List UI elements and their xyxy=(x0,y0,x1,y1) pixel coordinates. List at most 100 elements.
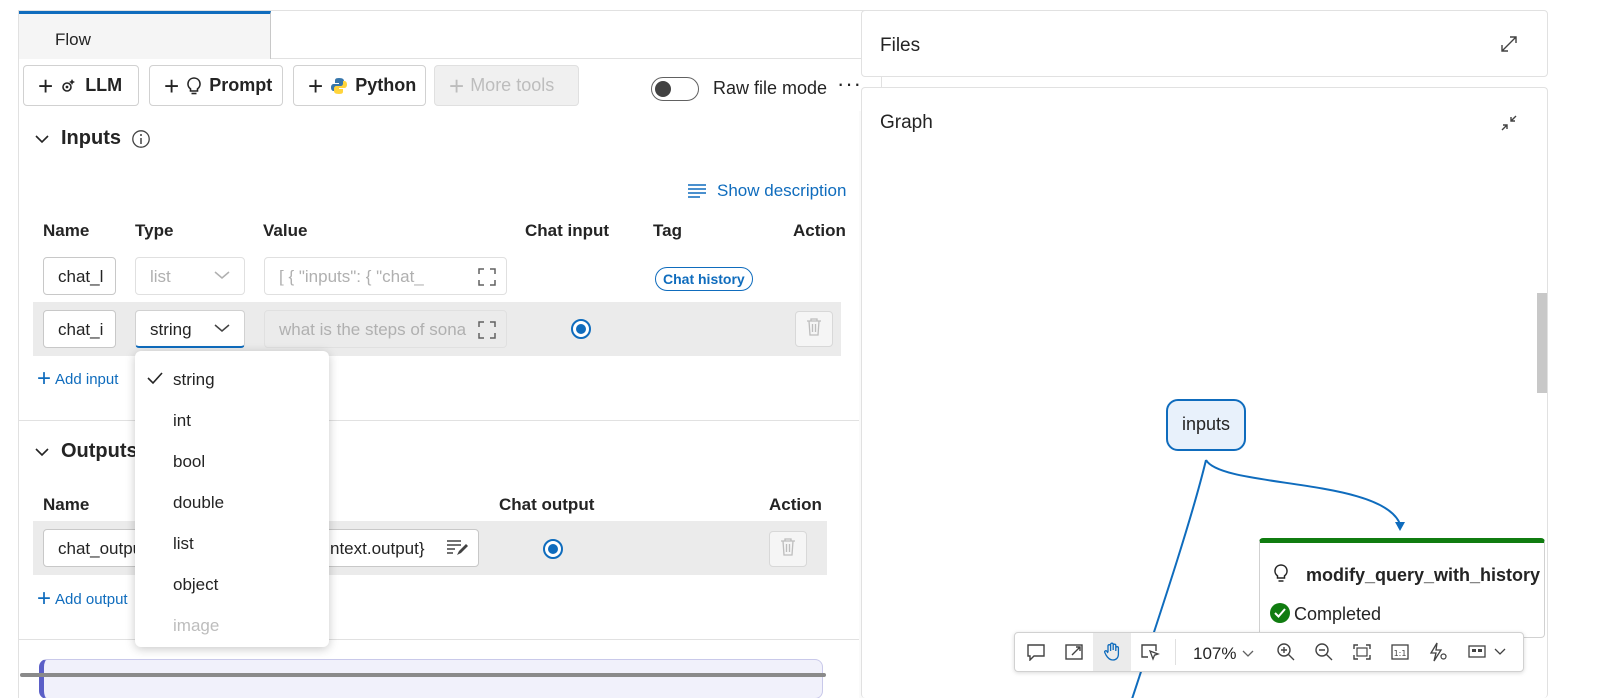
edit-text-icon[interactable] xyxy=(446,539,468,557)
zoom-level-select[interactable]: 107% xyxy=(1193,644,1254,664)
plus-icon: + xyxy=(449,70,465,101)
input-name-field[interactable]: chat_i xyxy=(43,310,116,348)
dropdown-option-label: bool xyxy=(173,452,206,471)
files-panel: Files xyxy=(861,10,1548,77)
chevron-down-icon xyxy=(1242,650,1254,658)
show-description-label: Show description xyxy=(717,181,847,200)
lightbulb-icon xyxy=(185,76,203,96)
graph-toolbar: 107% 1:1 xyxy=(1014,632,1524,672)
lightbulb-icon xyxy=(1272,563,1290,585)
outputs-section-header[interactable]: Outputs xyxy=(35,440,138,463)
dropdown-option-label: int xyxy=(173,411,191,430)
inputs-section-header[interactable]: Inputs xyxy=(35,127,151,150)
add-prompt-label: Prompt xyxy=(209,75,273,95)
info-icon[interactable] xyxy=(131,129,151,149)
input-value-text: what is the steps of sona xyxy=(279,320,467,339)
add-output-label: Add output xyxy=(55,590,128,608)
input-value-field[interactable]: [ { "inputs": { "chat_ xyxy=(264,257,507,295)
input-type-select[interactable]: string xyxy=(135,310,245,348)
dropdown-option-label: double xyxy=(173,493,225,512)
add-prompt-button[interactable]: + Prompt xyxy=(149,65,283,106)
checkmark-icon xyxy=(147,371,163,385)
chat-history-tag[interactable]: Chat history xyxy=(655,267,753,291)
input-name-text: chat_i xyxy=(58,320,104,339)
toggle-knob xyxy=(655,81,671,97)
show-description-button[interactable]: Show description xyxy=(687,181,846,201)
select-pointer-icon[interactable] xyxy=(1131,633,1169,671)
more-options-icon[interactable]: ··· xyxy=(837,71,862,97)
zoom-out-icon[interactable] xyxy=(1305,633,1343,671)
add-llm-button[interactable]: + LLM xyxy=(23,65,139,106)
auto-layout-icon[interactable] xyxy=(1055,633,1093,671)
tab-flow-label: Flow xyxy=(55,30,91,49)
graph-panel: Graph inputs modify_query_with_history C… xyxy=(861,87,1548,698)
expand-icon[interactable] xyxy=(478,268,496,286)
dropdown-option-label: object xyxy=(173,575,219,594)
tab-strip: Flow xyxy=(19,11,881,59)
trash-icon xyxy=(806,317,822,341)
files-title: Files xyxy=(880,35,921,56)
chevron-down-icon xyxy=(214,270,230,280)
node-card-preview xyxy=(39,659,823,698)
type-dropdown-menu: string int bool double list object image xyxy=(135,351,329,647)
chat-output-radio[interactable] xyxy=(543,539,563,559)
delete-output-button[interactable] xyxy=(769,531,807,567)
inputs-header-name: Name xyxy=(43,221,90,240)
dropdown-option-label: list xyxy=(173,534,194,553)
zoom-in-icon[interactable] xyxy=(1267,633,1305,671)
input-type-select[interactable]: list xyxy=(135,257,245,295)
chevron-down-icon xyxy=(214,323,230,333)
outputs-header-chat-output: Chat output xyxy=(499,495,595,514)
outputs-header-action: Action xyxy=(769,495,822,514)
outputs-title: Outputs xyxy=(61,440,138,462)
graph-node-title: modify_query_with_history xyxy=(1306,565,1541,585)
add-output-button[interactable]: + Add output xyxy=(37,587,128,611)
input-name-field[interactable]: chat_l xyxy=(43,257,116,295)
pan-hand-icon[interactable] xyxy=(1093,633,1131,671)
fit-to-screen-icon[interactable] xyxy=(1343,633,1381,671)
minimap-options-icon[interactable] xyxy=(1459,633,1519,671)
chat-input-radio[interactable] xyxy=(571,319,591,339)
trash-icon xyxy=(780,537,796,561)
plus-icon: + xyxy=(37,365,52,392)
expand-panel-icon[interactable] xyxy=(1500,35,1518,53)
dropdown-option-list[interactable]: list xyxy=(135,520,329,561)
horizontal-scrollbar[interactable] xyxy=(20,673,826,677)
output-name-text: chat_outpu xyxy=(58,539,143,558)
dropdown-option-label: image xyxy=(173,616,220,635)
raw-file-mode-toggle[interactable] xyxy=(651,77,699,101)
dropdown-option-string[interactable]: string xyxy=(135,356,329,397)
inputs-title: Inputs xyxy=(61,127,121,149)
output-value-text: ntext.output} xyxy=(330,539,425,558)
input-value-field[interactable]: what is the steps of sona xyxy=(264,310,507,348)
expand-icon[interactable] xyxy=(478,321,496,339)
comment-icon[interactable] xyxy=(1017,633,1055,671)
delete-input-button[interactable] xyxy=(795,311,833,347)
add-input-button[interactable]: + Add input xyxy=(37,367,118,391)
dropdown-option-bool[interactable]: bool xyxy=(135,438,329,479)
actual-size-icon[interactable]: 1:1 xyxy=(1381,633,1419,671)
dropdown-option-object[interactable]: object xyxy=(135,561,329,602)
inputs-header-tag: Tag xyxy=(653,221,682,240)
plus-icon: + xyxy=(37,585,52,612)
graph-node-modify-query[interactable]: modify_query_with_history Completed xyxy=(1259,538,1545,638)
flow-toolbar: + LLM + Prompt + Python + More tools Raw… xyxy=(19,59,881,111)
dropdown-option-int[interactable]: int xyxy=(135,397,329,438)
tab-flow[interactable]: Flow xyxy=(19,11,271,59)
add-input-label: Add input xyxy=(55,370,119,388)
text-description-icon xyxy=(687,183,707,199)
dropdown-option-double[interactable]: double xyxy=(135,479,329,520)
add-llm-label: LLM xyxy=(85,75,123,95)
add-python-button[interactable]: + Python xyxy=(293,65,426,106)
zoom-level-value: 107% xyxy=(1193,644,1237,663)
input-value-text: [ { "inputs": { "chat_ xyxy=(279,267,424,286)
flash-settings-icon[interactable] xyxy=(1419,633,1457,671)
success-check-icon xyxy=(1270,603,1290,623)
graph-node-inputs[interactable]: inputs xyxy=(1166,399,1246,451)
graph-node-inputs-label: inputs xyxy=(1181,414,1231,434)
dropdown-option-label: string xyxy=(173,370,215,389)
more-tools-button[interactable]: + More tools xyxy=(434,65,579,106)
inputs-header-action: Action xyxy=(793,221,846,240)
dropdown-option-image: image xyxy=(135,602,329,643)
python-icon xyxy=(329,76,349,96)
